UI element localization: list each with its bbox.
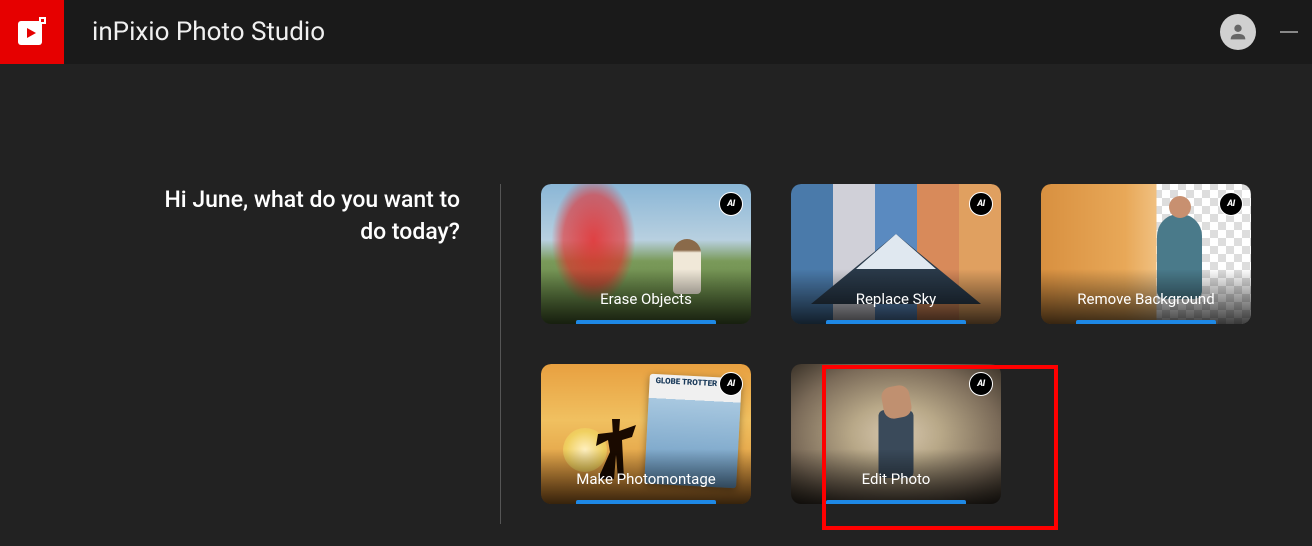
user-avatar-button[interactable] (1220, 14, 1256, 50)
header-actions (1220, 14, 1298, 50)
vertical-divider (500, 184, 501, 524)
ai-badge-icon: AI (719, 192, 743, 216)
action-cards-grid: AI Erase Objects AI Replace Sky AI Remov… (541, 184, 1251, 524)
card-label: Remove Background (1041, 290, 1251, 308)
ai-badge-icon: AI (969, 372, 993, 396)
card-label: Erase Objects (541, 290, 751, 308)
card-accent-bar (826, 500, 966, 504)
ai-badge-icon: AI (719, 372, 743, 396)
ai-badge-icon: AI (1219, 192, 1243, 216)
app-title: inPixio Photo Studio (92, 17, 325, 47)
main-content: Hi June, what do you want to do today? A… (0, 64, 1312, 524)
app-header: inPixio Photo Studio (0, 0, 1312, 64)
person-icon (1227, 21, 1249, 43)
card-accent-bar (1076, 320, 1216, 324)
greeting-text: Hi June, what do you want to do today? (140, 184, 500, 524)
app-logo[interactable] (0, 0, 64, 64)
minimize-icon[interactable] (1280, 31, 1298, 33)
card-remove-background[interactable]: AI Remove Background (1041, 184, 1251, 324)
card-make-photomontage[interactable]: GLOBE TROTTER AI Make Photomontage (541, 364, 751, 504)
card-label: Make Photomontage (541, 470, 751, 488)
card-erase-objects[interactable]: AI Erase Objects (541, 184, 751, 324)
card-accent-bar (576, 320, 716, 324)
card-accent-bar (826, 320, 966, 324)
logo-icon (15, 15, 49, 49)
card-label: Edit Photo (791, 470, 1001, 488)
card-label: Replace Sky (791, 290, 1001, 308)
card-accent-bar (576, 500, 716, 504)
card-edit-photo[interactable]: AI Edit Photo (791, 364, 1001, 504)
card-replace-sky[interactable]: AI Replace Sky (791, 184, 1001, 324)
ai-badge-icon: AI (969, 192, 993, 216)
